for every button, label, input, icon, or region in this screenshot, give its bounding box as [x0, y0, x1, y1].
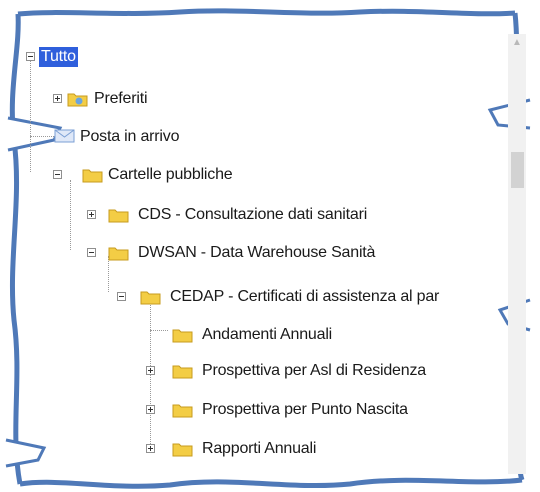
collapse-toggle-icon[interactable] — [117, 292, 126, 301]
collapse-toggle-icon[interactable] — [53, 170, 62, 179]
tree-node-andamenti-annuali[interactable]: Andamenti Annuali — [0, 322, 440, 348]
tree-node-label: Preferiti — [94, 90, 148, 107]
tree-node-cds[interactable]: CDS - Consultazione dati sanitari — [0, 202, 460, 228]
tree-node-rapporti-annuali[interactable]: Rapporti Annuali — [0, 436, 440, 462]
tree-node-preferiti[interactable]: Preferiti — [0, 86, 240, 112]
tree-node-posta-in-arrivo[interactable]: Posta in arrivo — [0, 124, 260, 150]
tree-node-prospettiva-asl[interactable]: Prospettiva per Asl di Residenza — [0, 358, 500, 384]
expand-toggle-icon[interactable] — [146, 444, 155, 453]
tree-node-label: DWSAN - Data Warehouse Sanità — [138, 244, 376, 261]
tree-node-cedap[interactable]: CEDAP - Certificati di assistenza al par — [0, 284, 510, 310]
tree-node-dwsan[interactable]: DWSAN - Data Warehouse Sanità — [0, 240, 480, 266]
folder-icon — [172, 443, 193, 457]
folder-icon — [108, 209, 129, 223]
tree-line — [30, 60, 31, 172]
tree-node-label: Cartelle pubbliche — [108, 166, 233, 183]
folder-icon — [172, 365, 193, 379]
folder-icon — [140, 291, 161, 305]
tree-node-label: Prospettiva per Punto Nascita — [202, 401, 408, 418]
tree-node-label: CEDAP - Certificati di assistenza al par — [170, 288, 440, 305]
folder-icon — [108, 247, 129, 261]
folder-tree: Tutto Preferiti Posta in arrivo Cartelle… — [0, 0, 540, 492]
tree-node-root[interactable]: Tutto — [0, 44, 220, 70]
tree-node-label: Andamenti Annuali — [202, 326, 333, 343]
folder-icon — [82, 169, 103, 183]
tree-node-label: Prospettiva per Asl di Residenza — [202, 362, 426, 379]
expand-toggle-icon[interactable] — [146, 366, 155, 375]
expand-toggle-icon[interactable] — [53, 94, 62, 103]
tree-node-label: Rapporti Annuali — [202, 440, 317, 457]
scrollbar-thumb[interactable] — [511, 152, 524, 188]
tree-node-label: Posta in arrivo — [80, 128, 180, 145]
scroll-up-arrow-icon[interactable]: ▲ — [508, 34, 526, 52]
inbox-icon — [54, 129, 75, 143]
folder-icon — [172, 404, 193, 418]
tree-node-prospettiva-punto-nascita[interactable]: Prospettiva per Punto Nascita — [0, 397, 500, 423]
expand-toggle-icon[interactable] — [87, 210, 96, 219]
folder-icon — [172, 329, 193, 343]
tree-node-label: CDS - Consultazione dati sanitari — [138, 206, 368, 223]
expand-toggle-icon[interactable] — [146, 405, 155, 414]
tree-node-cartelle-pubbliche[interactable]: Cartelle pubbliche — [0, 162, 300, 188]
tree-node-label: Tutto — [39, 47, 78, 67]
favorites-folder-icon — [67, 93, 88, 107]
vertical-scrollbar[interactable]: ▲ — [508, 34, 526, 474]
collapse-toggle-icon[interactable] — [26, 52, 35, 61]
collapse-toggle-icon[interactable] — [87, 248, 96, 257]
